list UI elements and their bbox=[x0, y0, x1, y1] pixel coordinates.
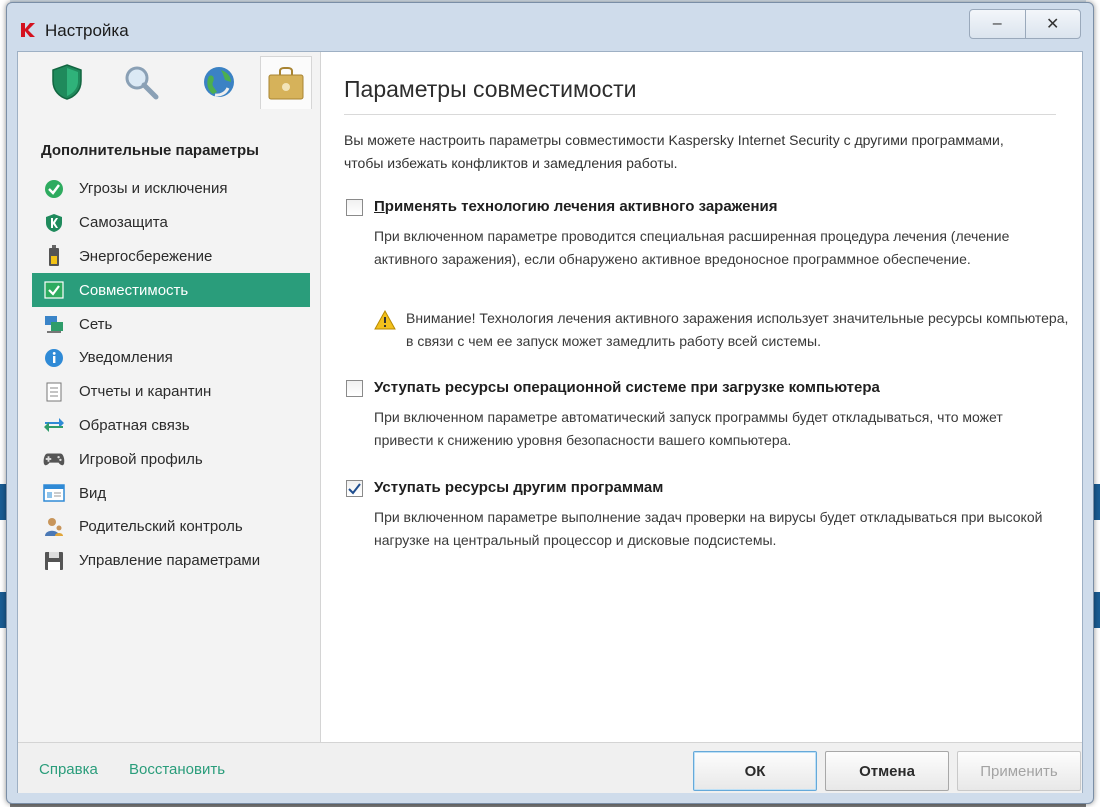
sidebar: Дополнительные параметры Угрозы и исключ… bbox=[18, 52, 321, 742]
option-description: При включенном параметре выполнение зада… bbox=[374, 509, 1043, 548]
sidebar-item-parental-control[interactable]: Родительский контроль bbox=[32, 510, 310, 544]
floppy-icon bbox=[45, 551, 63, 570]
compatibility-icon bbox=[44, 281, 64, 299]
window-controls: – ✕ bbox=[969, 9, 1081, 39]
title-divider bbox=[344, 114, 1056, 115]
sidebar-item-feedback[interactable]: Обратная связь bbox=[32, 409, 310, 443]
tab-additional[interactable] bbox=[260, 56, 312, 109]
briefcase-icon bbox=[268, 67, 304, 100]
option-description: При включенном параметре автоматический … bbox=[374, 409, 1003, 448]
sidebar-item-label: Самозащита bbox=[79, 214, 168, 232]
sidebar-item-label: Обратная связь bbox=[79, 416, 190, 434]
tab-protection[interactable] bbox=[42, 56, 92, 108]
network-icon bbox=[45, 316, 63, 334]
sidebar-item-reports[interactable]: Отчеты и карантин bbox=[32, 375, 310, 409]
help-link[interactable]: Справка bbox=[39, 761, 98, 778]
checkbox-yield-programs[interactable] bbox=[346, 480, 363, 497]
option-title[interactable]: Уступать ресурсы другим программам bbox=[374, 479, 663, 496]
cancel-button[interactable]: Отмена bbox=[825, 751, 949, 791]
sidebar-item-game-profile[interactable]: Игровой профиль bbox=[32, 442, 310, 476]
minimize-button[interactable]: – bbox=[970, 10, 1025, 38]
checkbox-yield-os[interactable] bbox=[346, 380, 363, 397]
section-tabs bbox=[18, 52, 320, 112]
sidebar-item-label: Энергосбережение bbox=[79, 247, 213, 265]
option-title[interactable]: Применять технологию лечения активного з… bbox=[374, 198, 777, 215]
page-title: Параметры совместимости bbox=[344, 76, 637, 102]
sidebar-item-label: Управление параметрами bbox=[79, 552, 261, 570]
sidebar-item-label: Родительский контроль bbox=[79, 518, 243, 536]
battery-icon bbox=[49, 245, 59, 267]
option-title[interactable]: Уступать ресурсы операционной системе пр… bbox=[374, 379, 880, 396]
ok-button[interactable]: ОК bbox=[693, 751, 817, 791]
apply-button[interactable]: Применить bbox=[957, 751, 1081, 791]
sidebar-item-label: Вид bbox=[79, 484, 107, 502]
dialog-body: Дополнительные параметры Угрозы и исключ… bbox=[17, 51, 1083, 793]
sidebar-item-threats[interactable]: Угрозы и исключения bbox=[32, 172, 310, 206]
info-icon bbox=[45, 348, 63, 367]
sidebar-item-power-saving[interactable]: Энергосбережение bbox=[32, 240, 310, 274]
magnifier-icon bbox=[125, 66, 159, 100]
window-title: Настройка bbox=[45, 21, 129, 40]
checkbox-active-infection[interactable] bbox=[346, 199, 363, 216]
tab-scan[interactable] bbox=[116, 56, 166, 108]
sidebar-item-label: Уведомления bbox=[79, 349, 173, 367]
gamepad-icon bbox=[43, 453, 65, 466]
settings-window: Настройка – ✕ Дополнительные параметры У… bbox=[6, 2, 1094, 804]
kaspersky-logo-icon bbox=[21, 23, 35, 37]
option-description: При включенном параметре проводится спец… bbox=[374, 228, 1010, 267]
warning-icon bbox=[374, 310, 396, 330]
report-icon bbox=[46, 382, 62, 402]
sidebar-item-label: Игровой профиль bbox=[79, 450, 203, 468]
close-button[interactable]: ✕ bbox=[1024, 10, 1081, 38]
parent-icon bbox=[45, 517, 63, 536]
dialog-footer: Справка Восстановить ОК Отмена Применить bbox=[18, 742, 1082, 793]
main-content: Параметры совместимости Вы можете настро… bbox=[340, 52, 1070, 742]
sidebar-header: Дополнительные параметры bbox=[41, 142, 259, 159]
sidebar-nav: Угрозы и исключения Самозащита Энергосбе… bbox=[32, 172, 310, 578]
intro-text: Вы можете настроить параметры совместимо… bbox=[344, 132, 1004, 171]
shield-icon bbox=[52, 64, 82, 100]
kaspersky-shield-icon bbox=[46, 213, 62, 232]
sidebar-item-view[interactable]: Вид bbox=[32, 476, 310, 510]
sidebar-item-label: Сеть bbox=[79, 315, 113, 333]
sidebar-item-label: Отчеты и карантин bbox=[79, 383, 212, 401]
warning-text: Внимание! Технология лечения активного з… bbox=[406, 310, 1069, 349]
check-circle-icon bbox=[45, 179, 63, 198]
sidebar-item-compatibility[interactable]: Совместимость bbox=[32, 273, 310, 308]
sidebar-item-manage-settings[interactable]: Управление параметрами bbox=[32, 544, 310, 578]
window-view-icon bbox=[43, 484, 65, 502]
globe-icon bbox=[204, 67, 234, 97]
sidebar-item-notifications[interactable]: Уведомления bbox=[32, 341, 310, 375]
sidebar-item-network[interactable]: Сеть bbox=[32, 307, 310, 341]
title-bar[interactable]: Настройка – ✕ bbox=[7, 3, 1093, 53]
checkmark-icon bbox=[348, 482, 361, 495]
sidebar-item-label: Угрозы и исключения bbox=[79, 180, 228, 198]
sidebar-item-self-defense[interactable]: Самозащита bbox=[32, 206, 310, 240]
tab-updates[interactable] bbox=[194, 56, 244, 108]
sidebar-item-label: Совместимость bbox=[79, 281, 189, 299]
restore-link[interactable]: Восстановить bbox=[129, 761, 225, 778]
arrows-icon bbox=[44, 418, 64, 433]
